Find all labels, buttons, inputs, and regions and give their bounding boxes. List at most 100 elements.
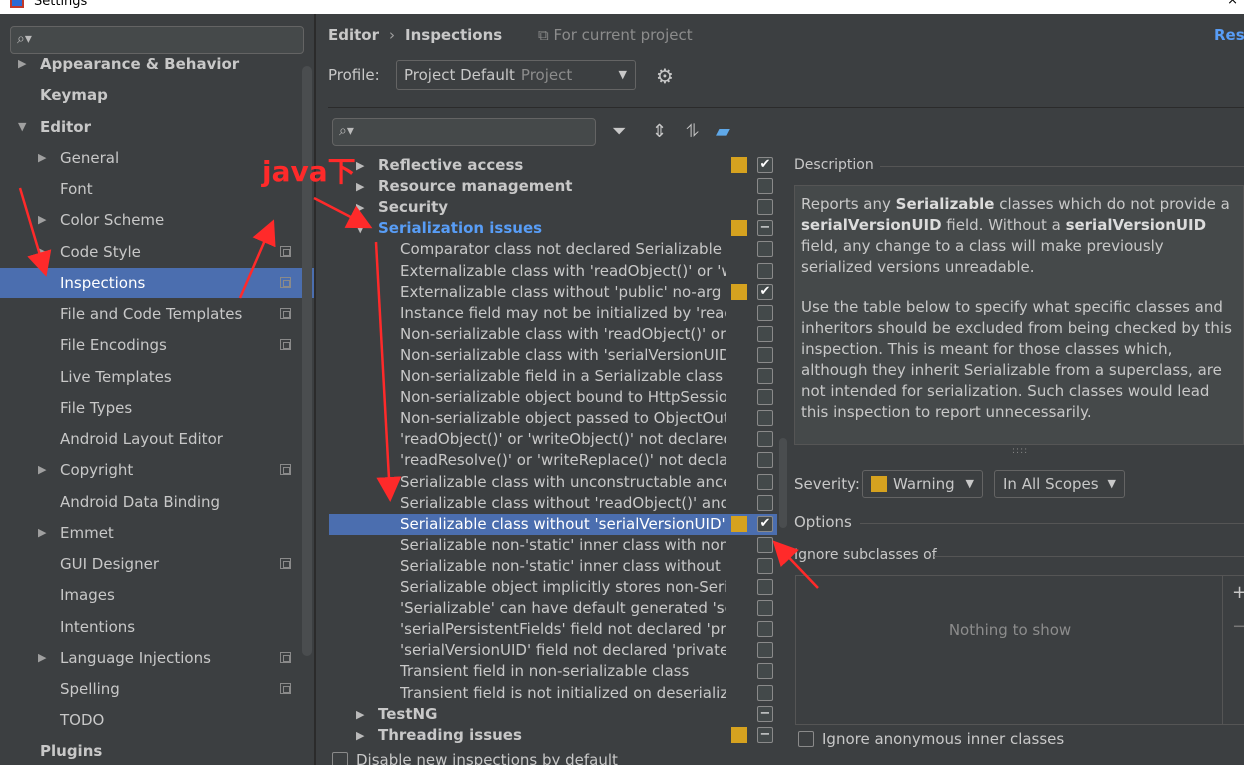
expand-all-icon[interactable]: ⇕ xyxy=(652,121,667,142)
sidebar-item-keymap[interactable]: Keymap xyxy=(0,80,314,110)
inspection-row[interactable]: Instance field may not be initialized by… xyxy=(329,303,777,324)
filter-icon[interactable]: ⏷ xyxy=(612,121,626,142)
sidebar-item-appearance-behavior[interactable]: ▶ Appearance & Behavior xyxy=(0,49,314,79)
inspection-checkbox[interactable] xyxy=(757,684,773,701)
sidebar-item-file-types[interactable]: File Types xyxy=(0,393,314,423)
inspection-group[interactable]: ▶ Security xyxy=(329,197,777,218)
inspection-checkbox[interactable] xyxy=(757,178,773,195)
sidebar-item-file-and-code-templates[interactable]: File and Code Templates xyxy=(0,299,314,329)
inspection-checkbox[interactable] xyxy=(757,579,773,595)
sidebar-item-android-layout-editor[interactable]: Android Layout Editor xyxy=(0,424,314,454)
inspection-checkbox[interactable] xyxy=(757,410,773,427)
sidebar-item-inspections[interactable]: Inspections xyxy=(0,268,314,298)
severity-dropdown[interactable]: Warning ▼ xyxy=(862,470,983,498)
sidebar-item-editor[interactable]: ▼ Editor xyxy=(0,112,314,142)
inspection-row[interactable]: Externalizable class without 'public' no… xyxy=(329,282,777,303)
inspection-row[interactable]: Non-serializable field in a Serializable… xyxy=(329,366,777,387)
sidebar-item-images[interactable]: Images xyxy=(0,580,314,610)
chevron-right-icon[interactable]: ▶ xyxy=(356,176,364,197)
inspection-checkbox[interactable] xyxy=(757,557,773,574)
inspection-checkbox[interactable] xyxy=(757,600,773,617)
chevron-right-icon[interactable]: ▶ xyxy=(38,455,46,485)
gear-icon[interactable]: ⚙ xyxy=(656,64,674,88)
chevron-right-icon[interactable]: ▶ xyxy=(356,197,364,218)
scope-dropdown[interactable]: In All Scopes ▼ xyxy=(994,470,1125,498)
chevron-right-icon[interactable]: ▶ xyxy=(356,155,364,176)
inspection-row[interactable]: Serializable object implicitly stores no… xyxy=(329,577,777,598)
sidebar-item-todo[interactable]: TODO xyxy=(0,705,314,735)
inspection-checkbox[interactable] xyxy=(757,346,773,363)
inspection-row[interactable]: 'serialPersistentFields' field not decla… xyxy=(329,619,777,640)
inspection-row[interactable]: Serializable class without 'readObject()… xyxy=(329,493,777,514)
inspection-checkbox[interactable] xyxy=(757,199,773,216)
inspection-row[interactable]: Serializable non-'static' inner class wi… xyxy=(329,535,777,556)
chevron-right-icon[interactable]: ▶ xyxy=(38,205,46,235)
inspection-checkbox[interactable]: ✔ xyxy=(757,157,773,173)
chevron-down-icon[interactable]: ▼ xyxy=(18,112,26,142)
close-icon[interactable]: × xyxy=(1227,0,1238,8)
inspection-row[interactable]: Non-serializable class with 'serialVersi… xyxy=(329,345,777,366)
inspection-row[interactable]: 'readObject()' or 'writeObject()' not de… xyxy=(329,429,777,450)
chevron-right-icon[interactable]: ▶ xyxy=(38,143,46,173)
inspection-row[interactable]: Transient field is not initialized on de… xyxy=(329,683,777,704)
sidebar-item-gui-designer[interactable]: GUI Designer xyxy=(0,549,314,579)
inspection-checkbox[interactable] xyxy=(757,304,773,321)
collapse-all-icon[interactable]: ⥮ xyxy=(686,121,699,142)
inspections-search-input[interactable]: ⌕▾ xyxy=(332,118,596,146)
inspection-checkbox[interactable] xyxy=(757,368,773,384)
disable-new-inspections-checkbox[interactable] xyxy=(332,752,348,765)
sidebar-item-live-templates[interactable]: Live Templates xyxy=(0,362,314,392)
inspection-group[interactable]: ▶ Threading issues − xyxy=(329,725,777,746)
splitter-grip[interactable]: :::: xyxy=(1012,446,1028,456)
inspection-checkbox[interactable]: − xyxy=(757,726,773,743)
inspection-checkbox[interactable] xyxy=(757,452,773,469)
inspection-checkbox[interactable] xyxy=(757,241,773,258)
chevron-right-icon[interactable]: ▶ xyxy=(356,725,364,746)
inspection-checkbox[interactable]: − xyxy=(757,705,773,722)
chevron-right-icon[interactable]: ▶ xyxy=(356,704,364,725)
chevron-right-icon[interactable]: ▶ xyxy=(38,518,46,548)
chevron-right-icon[interactable]: ▶ xyxy=(18,49,26,79)
inspection-checkbox[interactable]: ✔ xyxy=(757,283,773,300)
inspection-row[interactable]: Serializable non-'static' inner class wi… xyxy=(329,556,777,577)
reset-link[interactable]: Rese xyxy=(1214,26,1244,44)
inspection-row[interactable]: Non-serializable object bound to HttpSes… xyxy=(329,387,777,408)
remove-icon[interactable]: − xyxy=(1232,616,1244,637)
sidebar-item-plugins[interactable]: Plugins xyxy=(0,736,314,765)
inspection-row[interactable]: Serializable class without 'serialVersio… xyxy=(329,513,777,535)
inspection-group[interactable]: ▶ Resource management xyxy=(329,176,777,197)
inspection-row[interactable]: 'readResolve()' or 'writeReplace()' not … xyxy=(329,450,777,471)
inspection-row[interactable]: 'serialVersionUID' field not declared 'p… xyxy=(329,640,777,661)
inspection-row[interactable]: 'Serializable' can have default generate… xyxy=(329,598,777,619)
sidebar-item-spelling[interactable]: Spelling xyxy=(0,674,314,704)
inspection-checkbox[interactable]: ✔ xyxy=(757,515,773,532)
inspection-row[interactable]: Non-serializable class with 'readObject(… xyxy=(329,324,777,345)
sidebar-item-file-encodings[interactable]: File Encodings xyxy=(0,330,314,360)
inspection-checkbox[interactable] xyxy=(757,325,773,342)
inspection-row[interactable]: Serializable class with unconstructable … xyxy=(329,472,777,493)
chevron-right-icon[interactable]: ▶ xyxy=(38,643,46,673)
chevron-right-icon[interactable]: ▶ xyxy=(38,237,46,267)
inspections-tree-scrollbar[interactable] xyxy=(779,438,787,528)
sidebar-item-language-injections[interactable]: ▶ Language Injections xyxy=(0,643,314,673)
ignore-anonymous-checkbox[interactable] xyxy=(798,731,814,747)
sidebar-item-android-data-binding[interactable]: Android Data Binding xyxy=(0,487,314,517)
inspection-group[interactable]: ▶ Reflective access ✔ xyxy=(329,155,777,176)
inspection-checkbox[interactable] xyxy=(757,262,773,279)
inspection-row[interactable]: Non-serializable object passed to Object… xyxy=(329,408,777,429)
ignored-classes-list[interactable]: Nothing to show xyxy=(795,575,1223,725)
inspection-checkbox[interactable]: − xyxy=(757,220,773,237)
inspection-checkbox[interactable] xyxy=(757,473,773,490)
add-icon[interactable]: + xyxy=(1232,582,1244,603)
inspection-checkbox[interactable] xyxy=(757,431,773,448)
eraser-icon[interactable]: ▰ xyxy=(716,121,730,142)
inspection-row[interactable]: Transient field in non-serializable clas… xyxy=(329,661,777,682)
sidebar-item-copyright[interactable]: ▶ Copyright xyxy=(0,455,314,485)
sidebar-item-intentions[interactable]: Intentions xyxy=(0,612,314,642)
inspection-checkbox[interactable] xyxy=(757,642,773,659)
inspection-row[interactable]: Comparator class not declared Serializab… xyxy=(329,239,777,260)
panel-divider[interactable] xyxy=(314,14,316,765)
sidebar-item-color-scheme[interactable]: ▶ Color Scheme xyxy=(0,205,314,235)
inspection-group[interactable]: ▼ Serialization issues − xyxy=(329,218,777,239)
disable-new-inspections-option[interactable]: Disable new inspections by default xyxy=(332,751,618,765)
